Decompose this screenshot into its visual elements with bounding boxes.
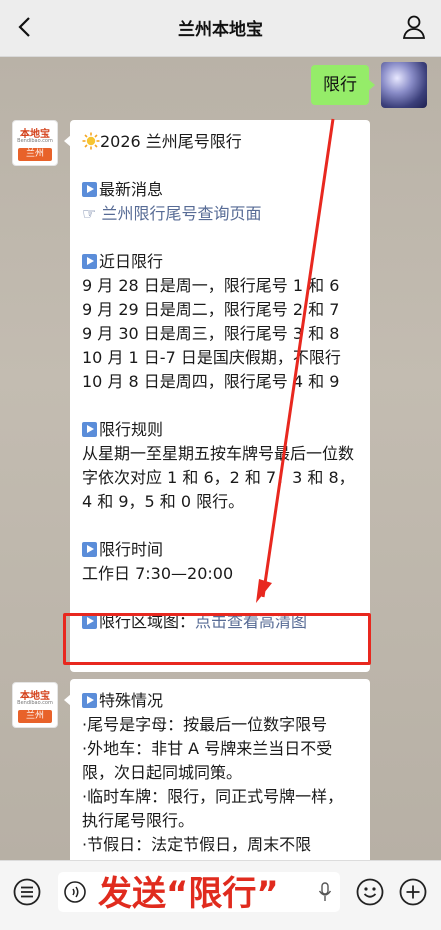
- bot-message-card[interactable]: 2026 兰州尾号限行 最新消息 ☞ 兰州限行尾号查询页面 近日限行 9 月 2…: [64, 120, 370, 672]
- card-title: 2026 兰州尾号限行: [100, 132, 242, 151]
- play-square-icon: [82, 422, 97, 437]
- recent-line: 9 月 29 日是周二，限行尾号 2 和 7: [82, 300, 340, 319]
- recent-heading-line: 近日限行: [82, 250, 358, 274]
- my-message-bubble[interactable]: 限行: [311, 65, 375, 105]
- recent-line: 9 月 30 日是周三，限行尾号 3 和 8: [82, 324, 340, 343]
- bot-avatar-city: 兰州: [18, 710, 52, 723]
- pointing-hand-icon: ☞: [82, 204, 102, 223]
- top-nav-bar: 兰州本地宝: [0, 0, 441, 57]
- recent-line: 10 月 1 日-7 日是国庆假期，不限行: [82, 348, 341, 367]
- my-avatar[interactable]: [381, 62, 427, 108]
- recent-line: 10 月 8 日是周四，限行尾号 4 和 9: [82, 372, 340, 391]
- news-link-line[interactable]: ☞ 兰州限行尾号查询页面: [82, 202, 358, 226]
- mic-icon[interactable]: [318, 882, 332, 902]
- menu-icon[interactable]: [12, 877, 42, 907]
- bot-avatar[interactable]: 本地宝 Bendibao.com 兰州: [12, 682, 58, 728]
- time-text: 工作日 7:30—20:00: [82, 564, 234, 583]
- bot-avatar-site: Bendibao.com: [17, 138, 53, 144]
- special-line: ·外地车：非甘 A 号牌来兰当日不受限，次日起同城同策。: [82, 739, 333, 782]
- special-heading-line: 特殊情况: [82, 689, 358, 713]
- rules-heading-line: 限行规则: [82, 418, 358, 442]
- voice-icon[interactable]: [64, 881, 86, 903]
- play-square-icon: [82, 182, 97, 197]
- plus-icon[interactable]: [398, 877, 428, 907]
- play-square-icon: [82, 254, 97, 269]
- chat-title: 兰州本地宝: [178, 20, 263, 40]
- time-heading: 限行时间: [99, 540, 164, 559]
- bot-avatar-site: Bendibao.com: [17, 700, 53, 706]
- news-link[interactable]: 兰州限行尾号查询页面: [101, 204, 261, 223]
- input-bar: 发送“限行”: [0, 860, 441, 930]
- user-icon[interactable]: [401, 14, 427, 40]
- bot-message-card[interactable]: 特殊情况 ·尾号是字母：按最后一位数字限号 ·外地车：非甘 A 号牌来兰当日不受…: [64, 679, 370, 860]
- special-heading: 特殊情况: [99, 691, 164, 710]
- play-square-icon: [82, 693, 97, 708]
- emoji-icon[interactable]: [355, 877, 385, 907]
- message-input[interactable]: 发送“限行”: [58, 872, 340, 914]
- chat-area[interactable]: 限行 本地宝 Bendibao.com 兰州 2026 兰州尾号限行 最新消息 …: [0, 57, 441, 860]
- time-heading-line: 限行时间: [82, 538, 358, 562]
- news-heading-line: 最新消息: [82, 178, 358, 202]
- rules-heading: 限行规则: [99, 420, 164, 439]
- recent-line: 9 月 28 日是周一，限行尾号 1 和 6: [82, 276, 340, 295]
- input-caption: 发送“限行”: [98, 874, 279, 914]
- special-line: ·尾号是字母：按最后一位数字限号: [82, 715, 328, 734]
- recent-heading: 近日限行: [99, 252, 164, 271]
- special-line: ·临时车牌：限行，同正式号牌一样，执行尾号限行。: [82, 787, 344, 830]
- bot-avatar-city: 兰州: [18, 148, 52, 161]
- special-line: ·节假日：法定节假日，周末不限: [82, 835, 312, 854]
- sun-icon: [82, 132, 100, 150]
- play-square-icon: [82, 542, 97, 557]
- highlight-box: [63, 613, 371, 665]
- card-title-line: 2026 兰州尾号限行: [82, 130, 358, 154]
- news-heading: 最新消息: [99, 180, 164, 199]
- rules-text: 从星期一至星期五按车牌号最后一位数字依次对应 1 和 6，2 和 7，3 和 8…: [82, 444, 355, 511]
- bot-avatar[interactable]: 本地宝 Bendibao.com 兰州: [12, 120, 58, 166]
